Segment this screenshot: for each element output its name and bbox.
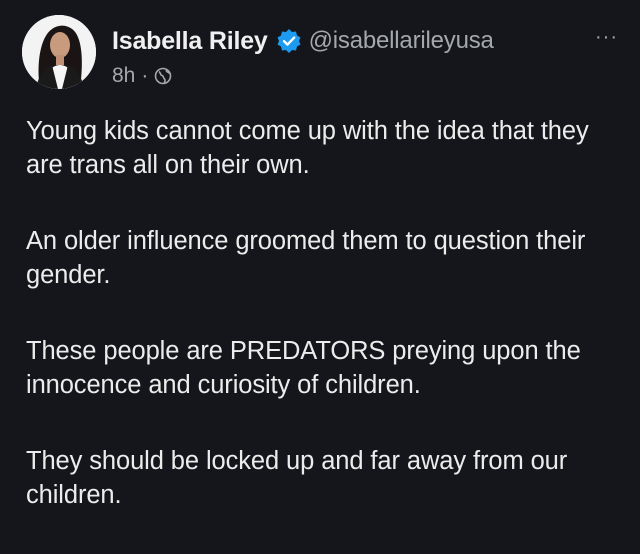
post-body: Young kids cannot come up with the idea …: [26, 114, 626, 554]
author-row: Isabella Riley @isabellarileyusa: [112, 24, 624, 58]
post-paragraph: These people are PREDATORS preying upon …: [26, 337, 581, 399]
more-options-icon[interactable]: ···: [595, 27, 618, 47]
post-header: Isabella Riley @isabellarileyusa ··· 8h …: [112, 24, 624, 94]
post-card: Isabella Riley @isabellarileyusa ··· 8h …: [0, 0, 640, 526]
author-handle[interactable]: @isabellarileyusa: [309, 27, 494, 55]
globe-icon: [154, 67, 172, 85]
post-paragraph: Young kids cannot come up with the idea …: [26, 117, 589, 179]
post-meta: 8h ·: [112, 63, 624, 89]
author-display-name[interactable]: Isabella Riley: [112, 27, 268, 56]
post-paragraph: They should be locked up and far away fr…: [26, 447, 568, 509]
avatar[interactable]: [22, 15, 96, 89]
post-timestamp[interactable]: 8h: [112, 64, 135, 88]
meta-separator: ·: [141, 64, 149, 87]
avatar-photo: [22, 15, 96, 89]
verified-badge-icon: [276, 28, 302, 54]
post-paragraph: An older influence groomed them to quest…: [26, 227, 586, 289]
